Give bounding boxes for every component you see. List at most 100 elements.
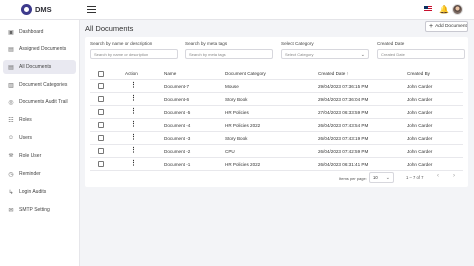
- sidebar-item-document-categories[interactable]: ▥ Document Categories: [3, 78, 76, 92]
- row-divider: [90, 92, 463, 93]
- row-name: Document -3: [164, 136, 191, 141]
- row-name: Document-7: [164, 84, 190, 89]
- row-created-by: John Carder: [407, 162, 433, 167]
- row-category: HR Policies 2022: [225, 162, 261, 167]
- header-divider: [90, 79, 463, 80]
- sidebar-item-label: Reminder: [19, 171, 41, 177]
- row-category: Mouse: [225, 84, 239, 89]
- previous-page-icon[interactable]: ‹: [437, 173, 439, 179]
- row-created-date: 26/04/2023 07:42:59 PM: [318, 149, 369, 154]
- row-checkbox[interactable]: [98, 96, 104, 102]
- category-select-value: Select Category: [285, 51, 314, 57]
- row-actions-icon[interactable]: ⋮: [130, 82, 137, 89]
- row-actions-icon[interactable]: ⋮: [130, 160, 137, 167]
- sidebar-item-label: Documents Audit Trail: [19, 99, 68, 105]
- all-documents-icon: ▤: [8, 64, 14, 71]
- category-label: Select Category: [281, 41, 314, 46]
- sidebar-item-label: Document Categories: [19, 82, 68, 88]
- login-audits-icon: ↳: [8, 189, 14, 196]
- search-tags-input[interactable]: Search by meta tags: [185, 49, 273, 59]
- sidebar-item-documents-audit-trail[interactable]: ◎ Documents Audit Trail: [3, 95, 76, 109]
- search-name-input[interactable]: Search by name or description: [90, 49, 178, 59]
- created-date-input[interactable]: Created Date: [377, 49, 465, 59]
- assigned-documents-icon: ▤: [8, 46, 14, 53]
- select-all-checkbox[interactable]: [98, 71, 104, 77]
- row-actions-icon[interactable]: ⋮: [130, 147, 137, 154]
- app-logo: [21, 4, 32, 15]
- sidebar-item-smtp-setting[interactable]: ✉ SMTP Setting: [3, 203, 76, 217]
- sidebar-item-label: Dashboard: [19, 29, 44, 35]
- row-created-by: John Carder: [407, 84, 433, 89]
- created-date-label: Created Date: [377, 41, 405, 46]
- row-divider: [90, 157, 463, 158]
- row-category: HR Policies 2022: [225, 123, 261, 128]
- row-checkbox[interactable]: [98, 148, 104, 154]
- row-created-by: John Carder: [407, 136, 433, 141]
- items-per-page-select[interactable]: 10 ⌄: [369, 172, 394, 183]
- sidebar-item-label: Login Audits: [19, 189, 47, 195]
- sidebar-item-role-user[interactable]: ⛯ Role User: [3, 149, 76, 163]
- plus-icon: +: [429, 23, 434, 30]
- next-page-icon[interactable]: ›: [453, 173, 455, 179]
- row-created-date: 27/04/2023 06:33:59 PM: [318, 110, 369, 115]
- row-divider: [90, 131, 463, 132]
- row-divider: [90, 144, 463, 145]
- row-checkbox[interactable]: [98, 83, 104, 89]
- page-title: All Documents: [85, 24, 134, 33]
- category-select[interactable]: Select Category ⌄: [281, 49, 369, 59]
- row-checkbox[interactable]: [98, 122, 104, 128]
- users-icon: ☺: [7, 135, 15, 141]
- categories-icon: ▥: [8, 82, 14, 89]
- column-header-category[interactable]: Document Category: [225, 71, 266, 76]
- user-avatar[interactable]: [452, 4, 463, 15]
- sidebar-item-label: Roles: [19, 117, 32, 123]
- row-divider: [90, 105, 463, 106]
- column-header-created-by[interactable]: Created By: [407, 71, 430, 76]
- roles-icon: ☷: [8, 117, 14, 124]
- row-category: Story Book: [225, 136, 248, 141]
- sort-arrow-icon: ↑: [346, 71, 349, 76]
- sidebar-item-dashboard[interactable]: ▣ Dashboard: [3, 25, 76, 39]
- row-checkbox[interactable]: [98, 109, 104, 115]
- reminder-icon: ◷: [8, 171, 14, 178]
- sidebar-item-all-documents[interactable]: ▤ All Documents: [3, 60, 76, 74]
- row-actions-icon[interactable]: ⋮: [130, 121, 137, 128]
- row-created-date: 26/04/2023 06:31:41 PM: [318, 162, 369, 167]
- row-created-by: John Carder: [407, 123, 433, 128]
- sidebar-item-label: Users: [19, 135, 33, 141]
- column-header-created-date[interactable]: Created Date↑: [318, 71, 349, 76]
- row-category: CPU: [225, 149, 235, 154]
- sidebar-item-users[interactable]: ☺ Users: [3, 131, 76, 145]
- row-created-date: 29/04/2023 07:36:15 PM: [318, 84, 369, 89]
- row-created-date: 26/04/2023 07:43:19 PM: [318, 136, 369, 141]
- row-divider: [90, 170, 463, 171]
- row-actions-icon[interactable]: ⋮: [130, 95, 137, 102]
- row-name: Document -4: [164, 123, 191, 128]
- dashboard-icon: ▣: [8, 29, 14, 36]
- row-created-date: 26/04/2023 07:43:54 PM: [318, 123, 369, 128]
- sidebar-item-roles[interactable]: ☷ Roles: [3, 113, 76, 127]
- search-name-label: Search by name or description: [90, 41, 153, 46]
- notification-bell-icon[interactable]: 🔔: [439, 5, 449, 14]
- items-per-page-value: 10: [373, 175, 378, 180]
- row-checkbox[interactable]: [98, 161, 104, 167]
- audit-trail-icon: ◎: [8, 99, 14, 106]
- sidebar-item-assigned-documents[interactable]: ▤ Assigned Documents: [3, 42, 76, 56]
- row-actions-icon[interactable]: ⋮: [130, 134, 137, 141]
- row-created-by: John Carder: [407, 97, 433, 102]
- row-actions-icon[interactable]: ⋮: [130, 108, 137, 115]
- column-header-name[interactable]: Name: [164, 71, 176, 76]
- row-created-date: 29/04/2023 07:36:04 PM: [318, 97, 369, 102]
- menu-toggle-icon[interactable]: [87, 6, 96, 14]
- row-name: Document-6: [164, 97, 190, 102]
- sidebar-item-reminder[interactable]: ◷ Reminder: [3, 167, 76, 181]
- role-user-icon: ⛯: [8, 152, 14, 159]
- row-name: Document -2: [164, 149, 191, 154]
- top-bar: DMS 🔔: [0, 0, 474, 20]
- sidebar-item-login-audits[interactable]: ↳ Login Audits: [3, 185, 76, 199]
- add-document-label: Add Document: [435, 24, 467, 29]
- row-created-by: John Carder: [407, 110, 433, 115]
- row-checkbox[interactable]: [98, 135, 104, 141]
- add-document-button[interactable]: + Add Document: [425, 21, 468, 32]
- language-flag-icon[interactable]: [424, 6, 432, 12]
